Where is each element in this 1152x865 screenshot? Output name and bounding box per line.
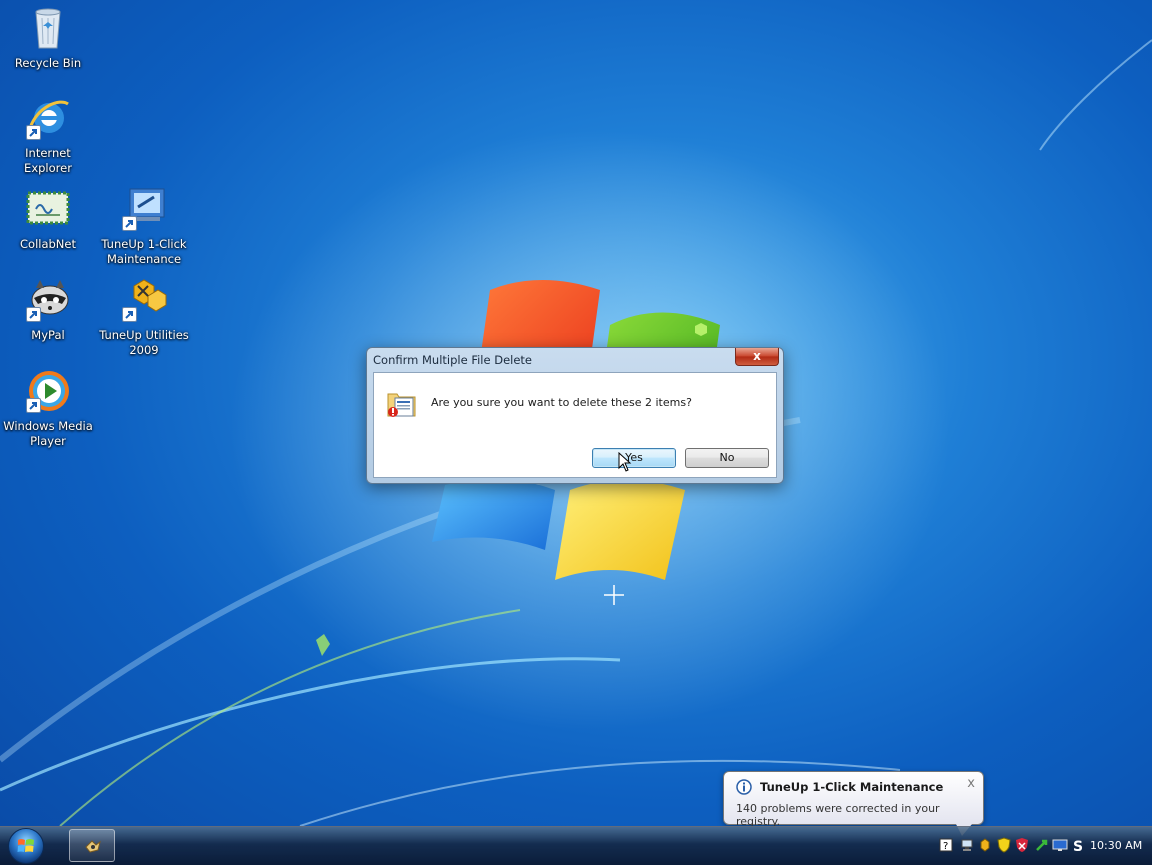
info-icon [736,779,752,795]
no-button-label: No [719,451,735,464]
internet-explorer-icon [24,94,72,142]
tuneup-tray-icon[interactable] [978,837,994,853]
shortcut-arrow-icon [26,307,41,322]
mypal-icon [24,276,72,324]
tuneup-utilities-icon [120,276,168,324]
balloon-close-icon[interactable]: x [967,776,975,791]
dialog-body: Are you sure you want to delete these 2 … [373,372,777,478]
delete-files-icon [385,386,419,420]
shortcut-arrow-icon [26,398,41,413]
confirm-delete-dialog: Confirm Multiple File Delete x Are you s… [366,347,784,484]
desktop-icon-label: CollabNet [20,237,76,251]
balloon-text: 140 problems were corrected in your regi… [736,802,940,828]
desktop-icon-label: MyPal [31,328,65,342]
recycle-bin-icon [24,4,72,52]
desktop-icon-label: TuneUp 1-Click Maintenance [101,237,187,266]
desktop-icon-tuneup-utilities[interactable]: TuneUp Utilities 2009 [96,276,192,358]
shortcut-arrow-icon [122,307,137,322]
collabnet-icon [24,185,72,233]
yes-button[interactable]: Yes [592,448,676,468]
desktop-icon-label: Windows Media Player [3,419,93,448]
dollar-icon[interactable]: S [1070,837,1086,855]
security-shield-icon[interactable] [996,837,1012,853]
desktop-icon-mypal[interactable]: MyPal [0,276,96,343]
mouse-cursor-icon [618,452,632,472]
windows-media-player-icon [24,367,72,415]
tray-notification-balloon[interactable]: TuneUp 1-Click Maintenance 140 problems … [723,771,984,836]
desktop-icon-tuneup-1click[interactable]: TuneUp 1-Click Maintenance [96,185,192,267]
desktop-icon-label: Internet Explorer [24,146,72,175]
taskbar-clock[interactable]: 10:30 AM [1090,839,1142,852]
desktop-icon-internet-explorer[interactable]: Internet Explorer [0,94,96,176]
desktop-icon-windows-media-player[interactable]: Windows Media Player [0,367,96,449]
shortcut-arrow-icon [26,125,41,140]
desktop-icon-label: Recycle Bin [14,56,82,70]
no-button[interactable]: No [685,448,769,468]
help-icon[interactable]: ? [938,837,954,853]
dialog-message: Are you sure you want to delete these 2 … [431,396,692,409]
svg-text:S: S [1073,839,1083,853]
desktop-icon-collabnet[interactable]: CollabNet [0,185,96,252]
desktop-icon-recycle-bin[interactable]: Recycle Bin [0,4,96,71]
taskbar: ? S 10:30 AM [0,826,1152,865]
start-button[interactable] [8,828,44,864]
balloon-title: TuneUp 1-Click Maintenance [760,780,944,794]
green-arrow-icon[interactable] [1034,837,1050,853]
antivirus-icon[interactable] [1014,837,1030,853]
explorer-icon [85,840,101,853]
dialog-close-button[interactable]: x [735,348,779,366]
taskbar-explorer-button[interactable] [69,829,115,862]
desktop-icon-label: TuneUp Utilities 2009 [99,328,189,357]
svg-text:?: ? [943,841,948,852]
shortcut-arrow-icon [122,216,137,231]
monitor-icon[interactable] [1052,837,1068,853]
windows-logo-icon [17,839,34,852]
tuneup-1click-icon [120,185,168,233]
dialog-title: Confirm Multiple File Delete [373,353,533,367]
network-icon[interactable] [960,837,976,853]
close-icon: x [753,349,761,363]
